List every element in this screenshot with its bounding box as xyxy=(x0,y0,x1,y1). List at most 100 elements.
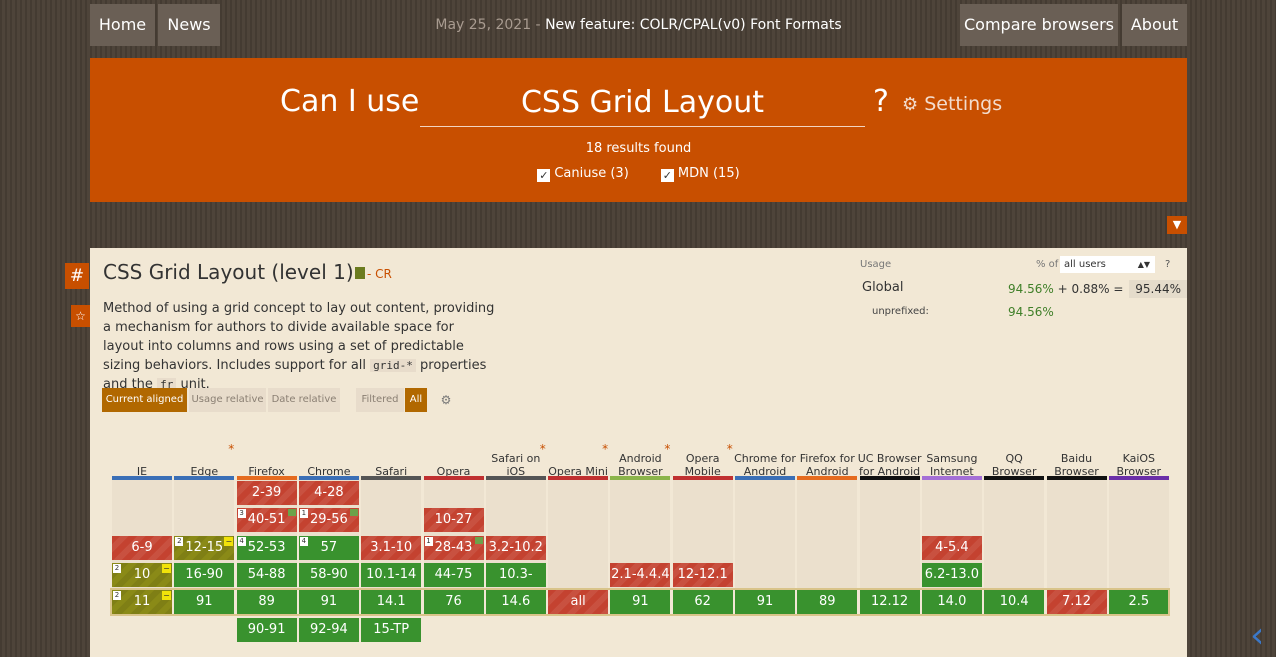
browser-header[interactable]: Edge * xyxy=(172,420,236,479)
support-cell[interactable]: 10.3-14.4 xyxy=(485,562,546,606)
checkbox-icon[interactable]: ✓ xyxy=(537,169,551,182)
note-badge: 1 xyxy=(299,509,308,519)
version-range: 57 xyxy=(320,539,338,555)
version-range: 4-28 xyxy=(314,485,344,500)
browser-header[interactable]: Chrome xyxy=(297,420,361,478)
support-cell[interactable]: 54-88 xyxy=(236,562,297,587)
browser-header[interactable]: IE xyxy=(110,420,174,478)
browser-name: QQ Browser xyxy=(991,452,1037,478)
note-badge: 1 xyxy=(424,536,433,546)
browser-header[interactable]: UC Browser for Android xyxy=(858,420,922,478)
support-cell[interactable]: 3.2-10.2 xyxy=(485,535,546,560)
table-settings-gear-icon[interactable]: ⚙ xyxy=(436,388,456,412)
search-input[interactable]: CSS Grid Layout xyxy=(420,80,865,127)
support-cell[interactable]: 15-TP xyxy=(361,617,422,642)
browser-header[interactable]: Opera Mobile * xyxy=(671,420,735,479)
version-range: 2-39 xyxy=(251,485,282,500)
news-headline[interactable]: New feature: COLR/CPAL(v0) Font Formats xyxy=(545,17,842,33)
support-cell[interactable]: 28-43 1 xyxy=(423,535,484,560)
news-date: May 25, 2021 - xyxy=(435,17,541,33)
support-cell[interactable]: 10.1-14 xyxy=(361,562,422,587)
asterisk-icon: * xyxy=(664,442,671,456)
support-cell[interactable]: 92-94 xyxy=(298,617,359,642)
browser-header[interactable]: Baidu Browser xyxy=(1045,420,1109,478)
feature-description: Method of using a grid concept to lay ou… xyxy=(103,299,498,394)
support-cell[interactable]: 6-9 xyxy=(112,535,172,560)
support-cell[interactable]: 44-75 xyxy=(423,562,484,587)
browser-name: Samsung Internet xyxy=(926,452,978,478)
filter-caniuse-label: Caniuse (3) xyxy=(554,166,629,181)
browser-header[interactable]: Firefox for Android xyxy=(795,420,859,478)
browser-header[interactable]: Safari xyxy=(359,420,423,478)
browser-header[interactable]: Chrome for Android xyxy=(733,420,797,478)
results-count: 18 results found xyxy=(585,141,692,156)
usage-help-button[interactable]: ? xyxy=(1165,259,1170,270)
permalink-hash-button[interactable]: # xyxy=(65,263,89,289)
about-button[interactable]: About xyxy=(1122,4,1187,46)
tab-current-aligned[interactable]: Current aligned xyxy=(102,388,187,412)
support-cell[interactable]: 2.1-4.4.4 xyxy=(610,562,671,587)
tab-usage-relative[interactable]: Usage relative xyxy=(189,388,266,412)
version-range: 6.2-13.0 xyxy=(924,566,980,582)
version-range: 28-43 xyxy=(434,539,473,555)
support-cell[interactable]: 58-90 xyxy=(298,562,359,587)
support-cell[interactable]: 16-90 xyxy=(174,562,235,587)
note-badge: 2 xyxy=(113,563,121,573)
support-cell[interactable]: 10 2 − xyxy=(112,562,172,587)
version-range: 10-27 xyxy=(434,512,473,528)
browser-name: Opera Mobile xyxy=(684,452,721,478)
unprefixed-value: 94.56% xyxy=(1008,305,1054,319)
support-cell[interactable]: 52-53 4 xyxy=(236,535,297,560)
chevron-left-icon[interactable]: ‹ xyxy=(1250,618,1264,654)
news-button[interactable]: News xyxy=(158,4,220,46)
browser-header[interactable]: Firefox xyxy=(235,420,299,478)
browser-header[interactable]: Safari on iOS * xyxy=(484,420,548,479)
browser-header[interactable]: QQ Browser xyxy=(982,420,1046,478)
support-cell[interactable]: 4-5.4 xyxy=(921,535,982,560)
browser-header[interactable]: Opera xyxy=(422,420,486,478)
support-cell[interactable]: 2-39 xyxy=(236,481,297,505)
select-arrows-icon: ▲▼ xyxy=(1137,260,1150,269)
browser-header[interactable]: Opera Mini * xyxy=(546,420,610,479)
tab-filtered[interactable]: Filtered xyxy=(356,388,404,412)
users-select[interactable]: all users ▲▼ xyxy=(1060,256,1155,273)
home-button[interactable]: Home xyxy=(90,4,155,46)
support-cell[interactable]: 6.2-13.0 xyxy=(921,562,982,587)
compare-browsers-button[interactable]: Compare browsers xyxy=(960,4,1118,46)
note-badge: 2 xyxy=(175,536,184,546)
browser-header[interactable]: KaiOS Browser xyxy=(1107,420,1171,478)
support-cell[interactable]: 4-28 xyxy=(298,481,359,505)
feature-title: CSS Grid Layout (level 1) xyxy=(103,260,354,284)
note-badge: 4 xyxy=(237,536,246,546)
version-range: 52-53 xyxy=(247,539,286,555)
tab-date-relative[interactable]: Date relative xyxy=(268,388,340,412)
version-range: 4-5.4 xyxy=(935,539,969,555)
browser-name: Safari on iOS xyxy=(491,452,541,478)
support-cell[interactable]: 40-51 3 xyxy=(236,508,297,533)
asterisk-icon: * xyxy=(726,442,733,456)
filter-icon[interactable]: ▼ xyxy=(1167,216,1187,234)
checkbox-icon[interactable]: ✓ xyxy=(660,169,674,182)
version-range: 29-56 xyxy=(310,512,348,528)
filter-mdn[interactable]: ✓ MDN (15) xyxy=(660,166,740,182)
browser-header[interactable]: Samsung Internet xyxy=(920,420,984,478)
version-range: 44-75 xyxy=(434,566,473,582)
version-range: 54-88 xyxy=(247,566,286,582)
percent-of-label: % of xyxy=(1036,259,1059,270)
settings-button[interactable]: ⚙ Settings xyxy=(902,93,1002,115)
favorite-star-button[interactable]: ☆ xyxy=(71,305,90,327)
support-cell[interactable]: 57 4 xyxy=(298,535,359,560)
browser-header[interactable]: Android Browser * xyxy=(608,420,672,479)
spec-status[interactable]: - CR xyxy=(355,267,392,281)
support-cell[interactable]: 12-15 2 − xyxy=(174,535,235,560)
note-badge: 3 xyxy=(237,509,246,519)
filter-caniuse[interactable]: ✓ Caniuse (3) xyxy=(537,166,629,182)
support-cell[interactable]: 90-91 xyxy=(236,617,297,642)
tab-all[interactable]: All xyxy=(405,388,427,412)
global-partial: + 0.88% = xyxy=(1057,282,1124,296)
support-cell[interactable]: 10-27 xyxy=(423,508,484,533)
support-cell[interactable]: 3.1-10 xyxy=(361,535,422,560)
top-nav: May 25, 2021 - New feature: COLR/CPAL(v0… xyxy=(90,4,1187,46)
support-cell[interactable]: 12-12.1 xyxy=(672,562,733,587)
support-cell[interactable]: 29-56 1 xyxy=(298,508,359,533)
